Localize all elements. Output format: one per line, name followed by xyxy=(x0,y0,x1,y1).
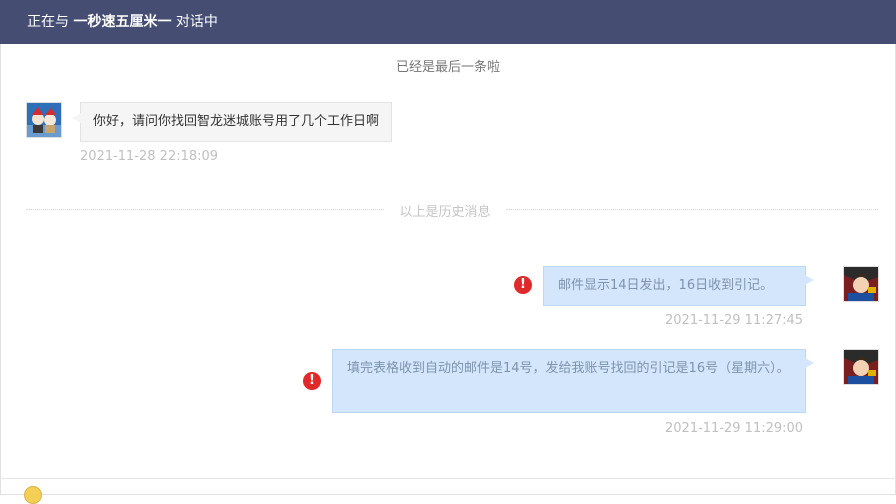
title-prefix: 正在与 xyxy=(27,14,69,30)
last-message-notice[interactable]: 已经是最后一条啦 xyxy=(0,56,896,75)
user-avatar-image xyxy=(844,350,878,384)
user-avatar[interactable] xyxy=(843,266,879,302)
message-bubble-sent[interactable]: 邮件显示14日发出，16日收到引记。 xyxy=(543,266,814,306)
user-avatar-image xyxy=(844,267,878,301)
input-area-border xyxy=(0,478,896,479)
message-bubble-sent[interactable]: 填完表格收到自动的邮件是14号，发给我账号找回的引记是16号（星期六）。 xyxy=(332,349,814,413)
title-suffix: 对话中 xyxy=(175,14,218,30)
chat-header: 正在与 一秒速五厘米一 对话中 xyxy=(0,0,896,44)
user-avatar[interactable] xyxy=(843,349,879,385)
contact-nickname: 一秒速五厘米一 xyxy=(73,14,172,30)
divider-line-left xyxy=(26,209,384,210)
message-timestamp: 2021-11-28 22:18:09 xyxy=(80,149,219,164)
divider-line-right xyxy=(506,209,878,210)
contact-avatar[interactable] xyxy=(26,102,62,138)
contact-avatar-image xyxy=(27,103,61,137)
history-divider-label: 以上是历史消息 xyxy=(390,201,500,220)
exclamation-circle-icon[interactable]: ! xyxy=(514,276,532,294)
chat-title: 正在与 一秒速五厘米一 对话中 xyxy=(27,0,218,44)
smiley-icon[interactable] xyxy=(24,486,42,504)
exclamation-circle-icon[interactable]: ! xyxy=(303,372,321,390)
message-timestamp: 2021-11-29 11:29:00 xyxy=(665,421,804,436)
message-timestamp: 2021-11-29 11:27:45 xyxy=(665,313,804,328)
message-bubble-received[interactable]: 你好，请问你找回智龙迷城账号用了几个工作日啊 xyxy=(71,102,393,142)
